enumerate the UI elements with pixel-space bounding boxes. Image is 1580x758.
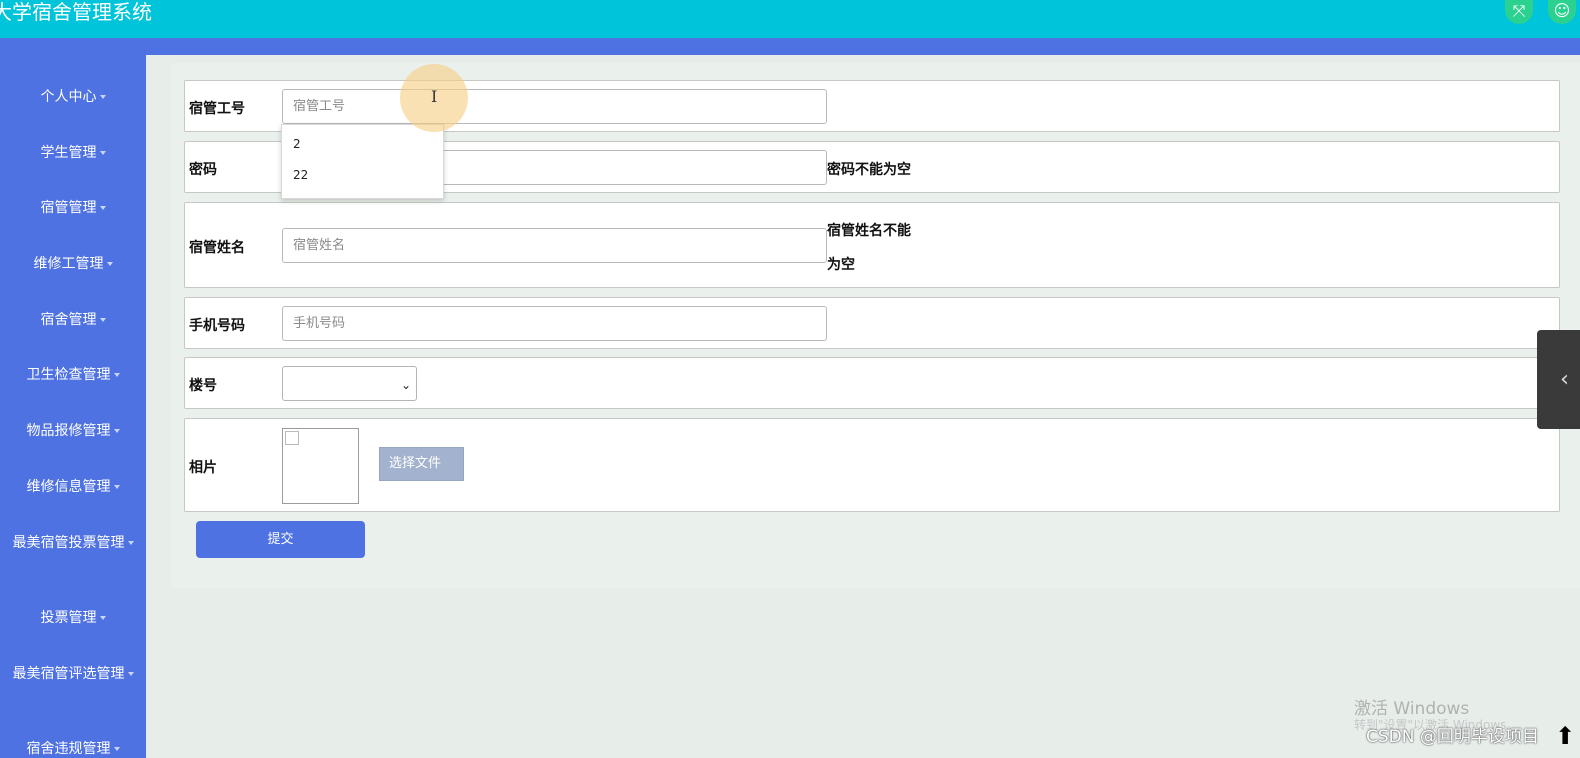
chevron-down-icon	[99, 616, 106, 620]
building-select[interactable]: ⌄	[282, 366, 417, 401]
chevron-down-icon	[99, 206, 106, 210]
chevron-down-icon	[127, 541, 134, 545]
password-error: 密码不能为空	[827, 162, 911, 178]
chevron-down-icon	[106, 262, 113, 266]
sidebar-item-vote-management[interactable]: 投票管理	[4, 608, 142, 628]
autocomplete-option[interactable]: 2	[293, 137, 301, 151]
keeper-name-input[interactable]	[282, 228, 827, 263]
password-label: 密码	[189, 162, 217, 178]
form-row-building: 楼号 ⌄	[184, 357, 1560, 409]
sidebar-item-item-repair[interactable]: 物品报修管理	[4, 421, 142, 441]
sidebar-item-repairman-management[interactable]: 维修工管理	[4, 254, 142, 274]
sidebar-item-hygiene-inspection[interactable]: 卫生检查管理	[4, 365, 142, 385]
chevron-down-icon	[113, 747, 120, 751]
sidebar-item-dorm-violation[interactable]: 宿舍违规管理	[4, 739, 142, 758]
chevron-down-icon	[99, 95, 106, 99]
chevron-down-icon	[113, 485, 120, 489]
staff-id-label: 宿管工号	[189, 101, 245, 117]
submit-button[interactable]: 提交	[196, 521, 365, 558]
fullscreen-icon[interactable]: ⤧	[1505, 0, 1533, 24]
text-cursor-icon: I	[431, 87, 438, 106]
app-title: 大学宿舍管理系统	[0, 0, 152, 24]
arrow-up-icon: ⬆	[1555, 722, 1576, 750]
csdn-credit: CSDN @回明毕设项目	[1366, 727, 1539, 747]
broken-image-icon	[285, 431, 299, 445]
building-label: 楼号	[189, 378, 217, 394]
staff-id-input[interactable]	[282, 89, 827, 124]
tab-strip	[0, 38, 1580, 55]
keeper-name-label: 宿管姓名	[189, 240, 245, 256]
autocomplete-dropdown: 2 22	[281, 124, 444, 199]
photo-label: 相片	[189, 460, 217, 476]
chevron-left-icon[interactable]: ‹	[1537, 330, 1580, 429]
sidebar-item-best-keeper-vote[interactable]: 最美宿管投票管理	[4, 533, 142, 553]
choose-file-button[interactable]: 选择文件	[379, 447, 464, 481]
phone-input[interactable]	[282, 306, 827, 341]
chevron-down-icon	[127, 672, 134, 676]
sidebar-item-repair-info[interactable]: 维修信息管理	[4, 477, 142, 497]
form-row-phone: 手机号码	[184, 297, 1560, 349]
chevron-down-icon: ⌄	[400, 378, 411, 392]
phone-label: 手机号码	[189, 318, 245, 334]
top-header: 大学宿舍管理系统 ⤧ ☺	[0, 0, 1580, 38]
chevron-down-icon	[113, 373, 120, 377]
form-row-keeper-name: 宿管姓名 宿管姓名不能 为空	[184, 202, 1560, 288]
keeper-name-error-line2: 为空	[827, 257, 855, 273]
user-icon[interactable]: ☺	[1548, 0, 1576, 24]
form-row-photo: 相片 选择文件	[184, 418, 1560, 512]
photo-preview	[282, 428, 359, 504]
sidebar-item-dorm-management[interactable]: 宿舍管理	[4, 310, 142, 330]
chevron-down-icon	[99, 151, 106, 155]
keeper-name-error-line1: 宿管姓名不能	[827, 223, 911, 239]
sidebar-item-student-management[interactable]: 学生管理	[4, 143, 142, 163]
sidebar: 个人中心 学生管理 宿管管理 维修工管理 宿舍管理 卫生检查管理 物品报修管理 …	[0, 55, 146, 758]
sidebar-item-best-keeper-selection[interactable]: 最美宿管评选管理	[4, 664, 142, 684]
sidebar-item-personal-center[interactable]: 个人中心	[4, 87, 142, 107]
sidebar-item-dorm-keeper-management[interactable]: 宿管管理	[4, 198, 142, 218]
chevron-down-icon	[99, 318, 106, 322]
autocomplete-option[interactable]: 22	[293, 168, 308, 182]
chevron-down-icon	[113, 429, 120, 433]
